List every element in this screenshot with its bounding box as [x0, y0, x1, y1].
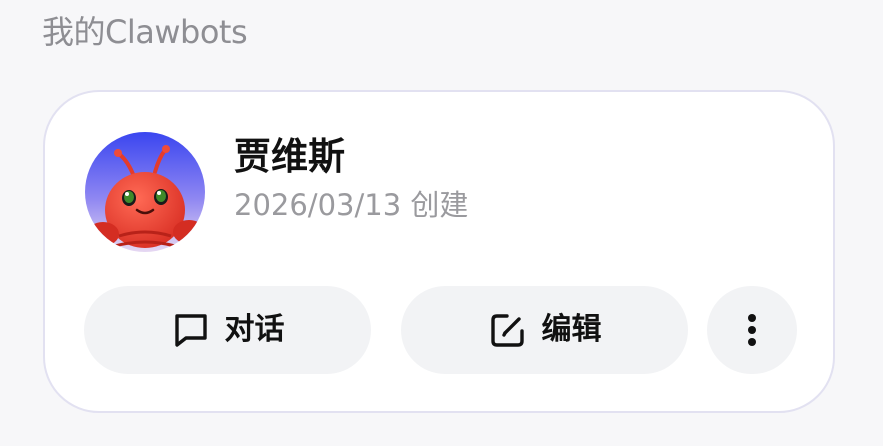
edit-square-icon [488, 310, 528, 350]
chat-button-label: 对话 [224, 312, 285, 347]
chat-bubble-icon [171, 310, 211, 350]
created-date: 2026/03/13 创建 [234, 188, 469, 222]
red-robot-mascot-icon [85, 132, 205, 252]
section-title: 我的Clawbots [42, 13, 248, 51]
more-options-button[interactable] [707, 286, 797, 374]
chat-button[interactable]: 对话 [84, 286, 371, 374]
more-vertical-icon [732, 310, 772, 350]
edit-button-label: 编辑 [541, 312, 602, 347]
bot-name: 贾维斯 [234, 135, 345, 178]
avatar [85, 132, 205, 252]
clawbot-card[interactable]: 贾维斯 2026/03/13 创建 对话 编辑 [43, 90, 835, 413]
edit-button[interactable]: 编辑 [401, 286, 688, 374]
